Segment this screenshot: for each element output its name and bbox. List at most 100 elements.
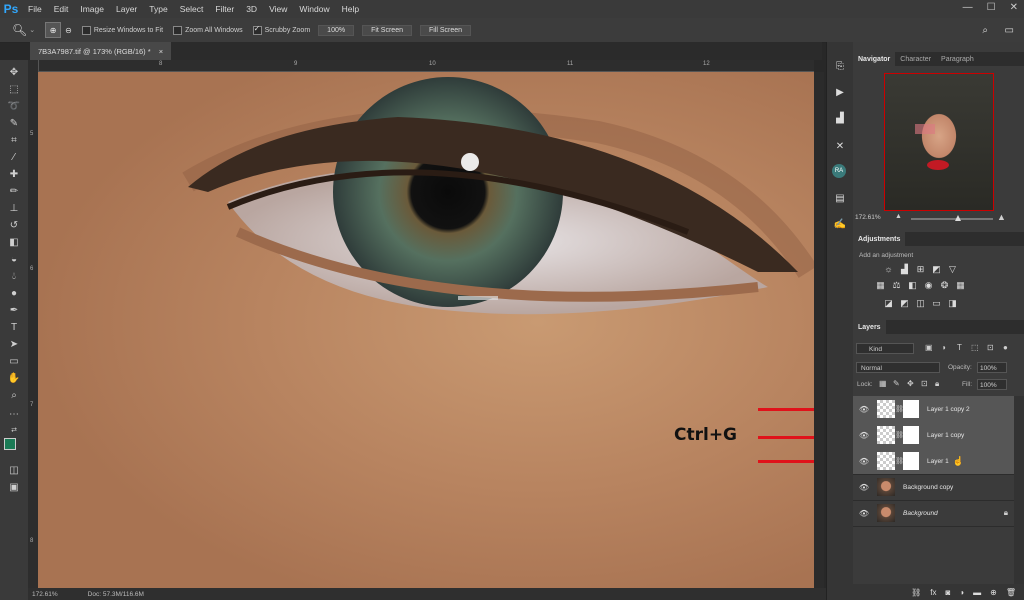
layer-name[interactable]: Layer 1 copy 2 <box>927 406 970 413</box>
new-layer-icon[interactable]: ⊕ <box>990 588 997 597</box>
black-white-icon[interactable]: ◧ <box>907 280 918 291</box>
opacity-field[interactable]: 100% <box>977 362 1007 373</box>
filter-type-icon[interactable]: T <box>957 343 962 352</box>
menu-edit[interactable]: Edit <box>48 4 75 14</box>
layer-row[interactable]: 👁︎ Background 🔒︎ <box>853 500 1014 527</box>
paint-bucket-icon[interactable]: ◒ <box>6 251 22 267</box>
histogram-icon[interactable]: ▟ <box>832 110 848 126</box>
close-icon[interactable]: ✕ <box>1010 2 1018 13</box>
slider-handle[interactable] <box>955 215 961 221</box>
document-tab[interactable]: 7B3A7987.tif @ 173% (RGB/16) * × <box>30 42 172 60</box>
blur-tool-icon[interactable]: 💧︎ <box>6 268 22 284</box>
add-mask-icon[interactable]: ◙ <box>945 588 950 597</box>
lasso-tool-icon[interactable]: ➰ <box>6 98 22 114</box>
document-canvas[interactable]: Ctrl+G <box>38 72 814 588</box>
status-zoom[interactable]: 172.61% <box>32 591 58 598</box>
quick-mask-icon[interactable]: ◫ <box>6 462 22 478</box>
properties-icon[interactable]: ▤ <box>832 190 848 206</box>
filter-toggle-icon[interactable]: ● <box>1003 343 1008 352</box>
tools-cross-icon[interactable]: ✕ <box>832 138 848 154</box>
layer-row[interactable]: 👁︎ Background copy <box>853 474 1014 501</box>
eye-icon[interactable]: 👁︎ <box>857 509 871 518</box>
photo-filter-icon[interactable]: ◉ <box>923 280 934 291</box>
link-layers-icon[interactable]: ⛓ <box>911 588 921 597</box>
quick-select-icon[interactable]: ✎ <box>6 115 22 131</box>
path-select-icon[interactable]: ➤ <box>6 336 22 352</box>
menu-layer[interactable]: Layer <box>110 4 143 14</box>
menu-window[interactable]: Window <box>293 4 335 14</box>
foreground-color-swatch[interactable] <box>4 438 16 450</box>
plugin-ra-icon[interactable]: RA <box>832 164 846 178</box>
pen-tool-icon[interactable]: ✒ <box>6 302 22 318</box>
brush-settings-icon[interactable]: ✍ <box>832 216 848 232</box>
link-icon[interactable]: ⛓ <box>895 431 904 439</box>
menu-filter[interactable]: Filter <box>209 4 240 14</box>
gradient-map-icon[interactable]: ▭ <box>931 298 942 309</box>
posterize-icon[interactable]: ◩ <box>899 298 910 309</box>
hand-tool-icon[interactable]: ✋ <box>6 370 22 386</box>
eye-icon[interactable]: 👁︎ <box>857 457 871 466</box>
history-panel-icon[interactable]: ⎘ <box>832 58 848 74</box>
zoom-out-small-icon[interactable]: ▲ <box>895 213 902 220</box>
dodge-tool-icon[interactable]: ● <box>6 285 22 301</box>
kind-filter-select[interactable]: Kind <box>856 343 914 354</box>
clone-stamp-icon[interactable]: ⊥ <box>6 200 22 216</box>
link-icon[interactable]: ⛓ <box>895 457 904 465</box>
new-group-icon[interactable]: ▬ <box>973 588 981 597</box>
link-icon[interactable]: ⛓ <box>895 405 904 413</box>
selective-color-icon[interactable]: ◨ <box>947 298 958 309</box>
healing-brush-icon[interactable]: ✚ <box>6 166 22 182</box>
layer-name[interactable]: Background copy <box>903 484 953 491</box>
layer-mask-thumbnail[interactable] <box>903 452 919 470</box>
tab-paragraph[interactable]: Paragraph <box>936 52 979 66</box>
blend-mode-select[interactable]: Normal <box>856 362 940 373</box>
filter-pixel-icon[interactable]: ▣ <box>925 343 933 352</box>
swap-colors-icon[interactable]: ⇄ <box>6 422 22 438</box>
brightness-icon[interactable]: ☼ <box>883 264 894 275</box>
menu-3d[interactable]: 3D <box>240 4 263 14</box>
eyedropper-icon[interactable]: ⁄ <box>6 149 22 165</box>
type-tool-icon[interactable]: T <box>6 319 22 335</box>
levels-icon[interactable]: ▟ <box>899 264 910 275</box>
eraser-icon[interactable]: ◧ <box>6 234 22 250</box>
actions-play-icon[interactable]: ▶ <box>832 84 848 100</box>
filter-adjustment-icon[interactable]: ◑ <box>941 343 946 352</box>
layer-row[interactable]: 👁︎ ⛓ Layer 1 copy <box>853 422 1014 449</box>
menu-help[interactable]: Help <box>336 4 365 14</box>
history-brush-icon[interactable]: ↺ <box>6 217 22 233</box>
filter-shape-icon[interactable]: ⬚ <box>971 343 979 352</box>
zoom-in-large-icon[interactable]: ▲ <box>997 212 1006 222</box>
zoom-in-icon[interactable]: ⊕ <box>45 22 62 38</box>
zoom-out-icon[interactable]: ⊖ <box>65 26 72 35</box>
zoom-all-windows-checkbox[interactable]: Zoom All Windows <box>173 25 243 35</box>
invert-icon[interactable]: ◪ <box>883 298 894 309</box>
chevron-down-icon[interactable]: ⌄ <box>29 26 35 34</box>
move-tool-icon[interactable]: ✥ <box>6 64 22 80</box>
navigator-zoom[interactable]: 172.61% <box>855 214 881 221</box>
fit-screen-button[interactable]: Fit Screen <box>362 24 412 36</box>
lock-artboard-icon[interactable]: ⊡ <box>921 379 928 388</box>
fill-screen-button[interactable]: Fill Screen <box>419 24 472 36</box>
layer-row[interactable]: 👁︎ ⛓ Layer 1 ☝ <box>853 448 1014 475</box>
navigator-thumbnail[interactable] <box>884 73 994 211</box>
color-lookup-icon[interactable]: ▦ <box>955 280 966 291</box>
lock-transparency-icon[interactable]: ▦ <box>879 379 887 388</box>
lock-position-icon[interactable]: ✥ <box>907 379 914 388</box>
zoom-level-field[interactable]: 100% <box>318 24 355 36</box>
menu-file[interactable]: File <box>22 4 48 14</box>
workspace-icon[interactable]: ▭ <box>1005 25 1014 36</box>
layer-name[interactable]: Background <box>903 510 938 517</box>
vertical-scrollbar[interactable] <box>814 72 824 588</box>
new-adjustment-icon[interactable]: ◑ <box>959 588 964 597</box>
vibrance-icon[interactable]: ▽ <box>947 264 958 275</box>
marquee-tool-icon[interactable]: ⬚ <box>6 81 22 97</box>
layer-mask-thumbnail[interactable] <box>903 426 919 444</box>
tab-navigator[interactable]: Navigator <box>853 52 896 66</box>
navigator-zoom-slider[interactable] <box>911 215 993 221</box>
layer-name[interactable]: Layer 1 <box>927 458 949 465</box>
layers-scrollbar[interactable] <box>1014 396 1024 592</box>
brush-tool-icon[interactable]: ✏ <box>6 183 22 199</box>
rectangle-tool-icon[interactable]: ▭ <box>6 353 22 369</box>
eye-icon[interactable]: 👁︎ <box>857 483 871 492</box>
tab-adjustments[interactable]: Adjustments <box>853 232 906 246</box>
